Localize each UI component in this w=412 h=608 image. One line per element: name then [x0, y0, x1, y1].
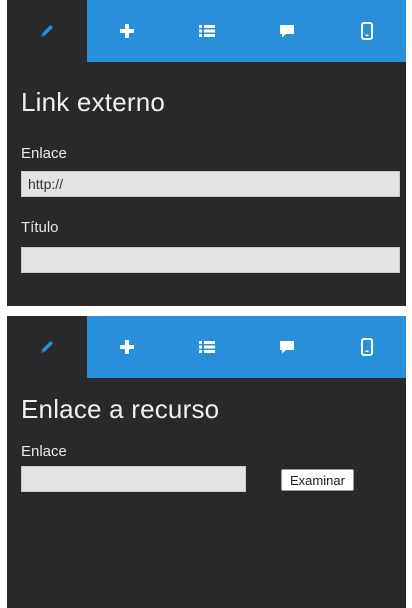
plus-icon [120, 24, 134, 38]
tab-edit[interactable] [7, 316, 87, 378]
panel-title: Enlace a recurso [21, 394, 220, 424]
tab-mobile[interactable] [327, 316, 406, 378]
mobile-phone-icon [360, 22, 373, 40]
tab-comment[interactable] [247, 0, 327, 62]
speech-bubble-icon [280, 25, 294, 38]
browse-button[interactable]: Examinar [281, 469, 354, 491]
tab-add[interactable] [87, 316, 167, 378]
editor-tab-bar [7, 0, 406, 62]
pencil-icon [41, 25, 53, 37]
link-label: Enlace [21, 443, 67, 460]
tab-edit[interactable] [7, 0, 87, 62]
mobile-phone-icon [360, 338, 373, 356]
list-icon [199, 341, 215, 353]
resource-link-panel: Enlace a recurso Enlace Examinar [7, 316, 406, 608]
tab-comment[interactable] [247, 316, 327, 378]
pencil-icon [41, 341, 53, 353]
external-link-panel: Link externo Enlace Título [7, 0, 406, 306]
title-input[interactable] [21, 247, 400, 273]
tab-mobile[interactable] [327, 0, 406, 62]
editor-tab-bar [7, 316, 406, 378]
title-label: Título [21, 219, 59, 236]
tab-add[interactable] [87, 0, 167, 62]
plus-icon [120, 340, 134, 354]
resource-link-input[interactable] [21, 466, 246, 492]
list-icon [199, 25, 215, 37]
link-label: Enlace [21, 145, 67, 162]
link-input[interactable] [21, 171, 400, 197]
tab-list[interactable] [167, 0, 247, 62]
speech-bubble-icon [280, 341, 294, 354]
tab-list[interactable] [167, 316, 247, 378]
panel-title: Link externo [21, 87, 166, 117]
